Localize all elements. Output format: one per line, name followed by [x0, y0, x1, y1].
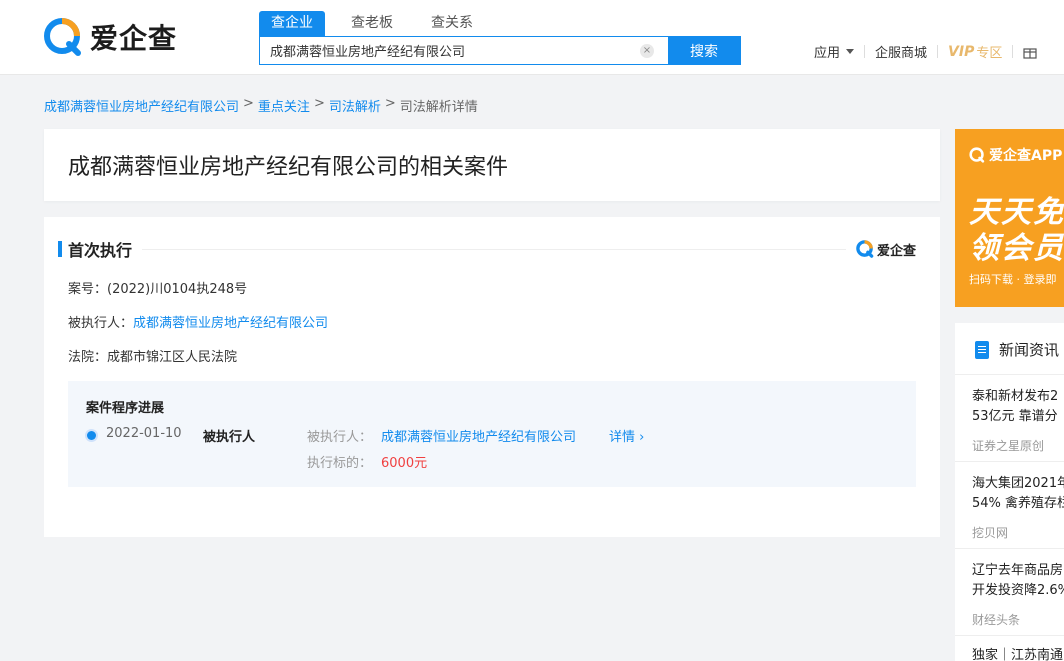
search-input[interactable]: [260, 37, 640, 64]
breadcrumb-separator: >: [384, 96, 396, 111]
court-value: 成都市锦江区人民法院: [107, 350, 238, 365]
breadcrumb-separator: >: [243, 96, 254, 111]
section-logo: 爱企查: [856, 240, 916, 259]
news-source: 证券之星原创: [972, 439, 1045, 453]
breadcrumb: 成都满蓉恒业房地产经纪有限公司 > 重点关注 > 司法解析 > 司法解析详情: [44, 96, 478, 115]
progress-role: 被执行人: [203, 430, 256, 445]
breadcrumb-separator: >: [313, 96, 325, 111]
vip-badge: VIP: [948, 43, 975, 60]
search-tabs: 查企业 查老板 查关系: [259, 11, 499, 36]
clear-icon[interactable]: ×: [640, 44, 654, 58]
vip-zone-label: 专区: [976, 46, 1003, 61]
promo-header: 爱企查APP: [969, 145, 1062, 165]
logo-icon: [969, 147, 985, 163]
section-accent-bar: [58, 241, 62, 257]
tab-search-company[interactable]: 查企业: [259, 11, 325, 36]
case-progress-panel: 案件程序进展 2022-01-10 被执行人 被执行人： 成都满蓉恒业房地产经纪…: [68, 381, 916, 487]
progress-executed-label: 被执行人：: [307, 430, 373, 445]
promo-app-name: 爱企查APP: [989, 148, 1063, 164]
tab-search-boss[interactable]: 查老板: [339, 11, 405, 36]
news-icon: [975, 340, 989, 359]
news-item[interactable]: 独家｜江苏南通: [955, 635, 1064, 661]
nav-apps-label: 应用: [814, 46, 841, 61]
app-promo-banner[interactable]: 爱企查APP 天天免 领会员 扫码下载 · 登录即: [955, 129, 1064, 307]
progress-title: 案件程序进展: [86, 401, 165, 416]
news-title-line: 海大集团2021年: [972, 476, 1064, 491]
executed-party-label: 被执行人：: [68, 316, 134, 331]
progress-executed-link[interactable]: 成都满蓉恒业房地产经纪有限公司: [381, 426, 576, 445]
case-number-label: 案号：: [68, 282, 108, 297]
title-card: 成都满蓉恒业房地产经纪有限公司的相关案件: [44, 129, 940, 201]
executed-party-link[interactable]: 成都满蓉恒业房地产经纪有限公司: [133, 316, 328, 331]
executed-party-row: 被执行人：成都满蓉恒业房地产经纪有限公司: [68, 312, 328, 331]
news-source: 挖贝网: [972, 526, 1009, 540]
court-label: 法院：: [68, 350, 108, 365]
nav-divider: [1012, 45, 1014, 58]
section-title: 首次执行: [68, 241, 133, 260]
logo-icon: [856, 240, 874, 258]
nav-divider: [864, 45, 866, 58]
search-button[interactable]: 搜索: [668, 37, 740, 64]
news-title-line: 54% 禽养殖存栏: [972, 496, 1064, 511]
news-header-label: 新闻资讯: [999, 341, 1060, 359]
news-title-line: 辽宁去年商品房: [972, 563, 1064, 578]
news-title-line: 53亿元 靠谱分: [972, 409, 1058, 424]
nav-apps[interactable]: 应用: [814, 42, 855, 61]
progress-target-label: 执行标的：: [307, 456, 373, 471]
gift-icon[interactable]: [1023, 45, 1037, 59]
logo-icon: [44, 18, 81, 56]
promo-line2: 领会员: [969, 231, 1064, 266]
section-header: 首次执行 爱企查: [58, 239, 916, 260]
breadcrumb-judicial[interactable]: 司法解析: [329, 96, 381, 115]
news-header: 新闻资讯: [975, 339, 1059, 360]
caret-down-icon: [846, 49, 855, 54]
timeline-dot-icon: [87, 431, 96, 440]
tab-search-relation[interactable]: 查关系: [419, 11, 485, 36]
top-header: 爱企查 查企业 查老板 查关系 × 搜索 应用 企服商城 VIP 专区: [0, 0, 1064, 75]
news-item[interactable]: 辽宁去年商品房 开发投资降2.6% 财经头条: [955, 548, 1064, 635]
progress-target-amount: 6000元: [381, 456, 428, 471]
news-source: 财经头条: [972, 613, 1021, 627]
logo-text: 爱企查: [90, 22, 178, 55]
case-card: 首次执行 爱企查 案号：(2022)川0104执248号 被执行人：成都满蓉恒业…: [44, 217, 940, 537]
page-title: 成都满蓉恒业房地产经纪有限公司的相关案件: [68, 155, 509, 180]
breadcrumb-current: 司法解析详情: [399, 100, 478, 115]
news-item[interactable]: 海大集团2021年 54% 禽养殖存栏 挖贝网: [955, 461, 1064, 548]
search-box: × 搜索: [259, 36, 741, 65]
nav-divider: [937, 45, 939, 58]
nav-vip[interactable]: VIP 专区: [948, 42, 1003, 62]
detail-link[interactable]: 详情 ›: [609, 426, 644, 445]
breadcrumb-key-focus[interactable]: 重点关注: [258, 96, 310, 115]
breadcrumb-company[interactable]: 成都满蓉恒业房地产经纪有限公司: [44, 96, 239, 115]
case-number-value: (2022)川0104执248号: [107, 282, 248, 297]
case-number-row: 案号：(2022)川0104执248号: [68, 278, 247, 297]
news-item[interactable]: 泰和新材发布2 53亿元 靠谱分 证券之星原创: [955, 374, 1064, 461]
news-title-line: 泰和新材发布2: [972, 389, 1059, 404]
progress-date: 2022-01-10: [106, 426, 182, 441]
section-divider: [142, 248, 846, 250]
nav-mall[interactable]: 企服商城: [875, 42, 927, 61]
header-nav: 应用 企服商城 VIP 专区: [814, 42, 1037, 61]
news-panel: 新闻资讯 泰和新材发布2 53亿元 靠谱分 证券之星原创 海大集团2021年 5…: [955, 323, 1064, 661]
court-row: 法院：成都市锦江区人民法院: [68, 346, 237, 365]
news-title-line: 开发投资降2.6%: [972, 583, 1064, 598]
section-logo-text: 爱企查: [876, 243, 916, 259]
site-logo[interactable]: 爱企查: [44, 17, 177, 57]
promo-small: 扫码下载 · 登录即: [969, 273, 1057, 286]
news-title-line: 独家｜江苏南通: [972, 648, 1064, 661]
